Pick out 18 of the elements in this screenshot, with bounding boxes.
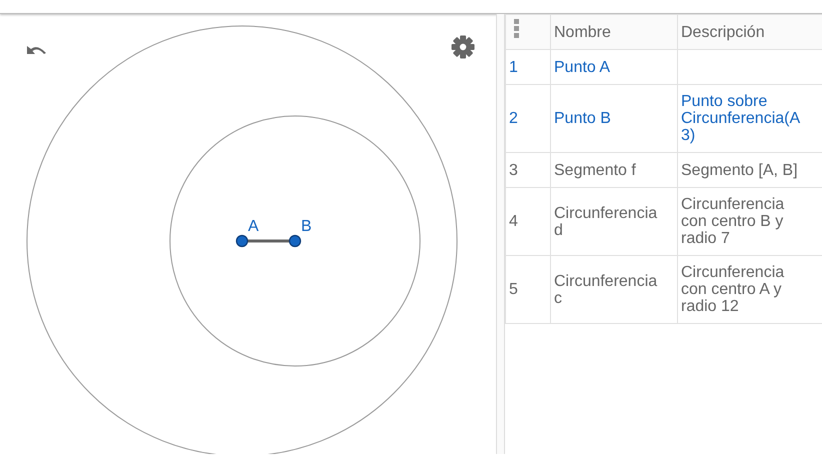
point[interactable] [236, 234, 248, 248]
table-cell: Circunferencia d [550, 188, 678, 256]
table-cell: Punto A [550, 50, 678, 84]
settings-icon[interactable] [451, 35, 475, 59]
row-number: 1 [506, 50, 550, 84]
column-header: Nombre [550, 14, 678, 50]
row-number: 2 [506, 84, 550, 152]
table-cell: Circunferencia c [550, 256, 678, 324]
row-number: 3 [506, 152, 550, 188]
point-label: B [301, 218, 312, 235]
row-number: 5 [506, 256, 550, 324]
table-cell: Punto B [550, 84, 678, 152]
column-header: Descripción [678, 14, 822, 50]
menu-icon[interactable] [514, 19, 519, 38]
table-cell: Segmento f [550, 152, 678, 188]
point-label: A [248, 218, 259, 235]
point[interactable] [288, 234, 302, 248]
row-number: 4 [506, 188, 550, 256]
